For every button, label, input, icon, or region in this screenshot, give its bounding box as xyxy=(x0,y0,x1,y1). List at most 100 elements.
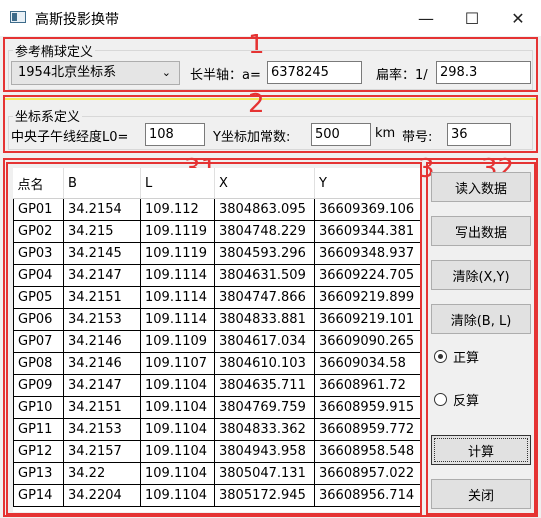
cell-name[interactable]: GP10 xyxy=(13,396,64,419)
cell-b[interactable]: 34.2146 xyxy=(63,352,141,375)
cell-l[interactable]: 109.1114 xyxy=(140,286,215,309)
cell-b[interactable]: 34.2145 xyxy=(63,242,141,265)
cell-l[interactable]: 109.1104 xyxy=(140,440,215,463)
cell-l[interactable]: 109.1107 xyxy=(140,352,215,375)
cell-l[interactable]: 109.1104 xyxy=(140,396,215,419)
cell-y[interactable]: 36609369.106 xyxy=(314,198,420,221)
cell-y[interactable]: 36609224.705 xyxy=(314,264,420,287)
cell-name[interactable]: GP09 xyxy=(13,374,64,397)
close-button[interactable]: 关闭 xyxy=(431,479,531,509)
cell-name[interactable]: GP04 xyxy=(13,264,64,287)
cell-name[interactable]: GP07 xyxy=(13,330,64,353)
cell-l[interactable]: 109.1104 xyxy=(140,462,215,485)
zone-input[interactable]: 36 xyxy=(447,123,511,146)
cell-x[interactable]: 3804610.103 xyxy=(214,352,315,375)
cell-name[interactable]: GP13 xyxy=(13,462,64,485)
semi-major-input[interactable]: 6378245 xyxy=(267,61,362,84)
cell-b[interactable]: 34.215 xyxy=(63,220,141,243)
clear-bl-button[interactable]: 清除(B, L) xyxy=(431,304,531,334)
cell-name[interactable]: GP02 xyxy=(13,220,64,243)
cell-x[interactable]: 3804833.362 xyxy=(214,418,315,441)
cell-y[interactable]: 36609219.101 xyxy=(314,308,420,331)
cell-x[interactable]: 3804631.509 xyxy=(214,264,315,287)
forward-radio[interactable]: 正算 xyxy=(434,347,479,366)
cell-x[interactable]: 3804943.958 xyxy=(214,440,315,463)
data-grid[interactable]: 点名 B L X Y GP01 34.2154 109.112 3804863.095… xyxy=(13,168,420,512)
cell-b[interactable]: 34.2151 xyxy=(63,286,141,309)
cell-b[interactable]: 34.2147 xyxy=(63,374,141,397)
cell-y[interactable]: 36609344.381 xyxy=(314,220,420,243)
close-window-button[interactable]: ✕ xyxy=(495,0,541,36)
cell-x[interactable]: 3804617.034 xyxy=(214,330,315,353)
table-row[interactable]: GP05 34.2151 109.1114 3804747.866 36609219.8… xyxy=(13,286,420,309)
column-header-x[interactable]: X xyxy=(214,168,315,199)
cell-name[interactable]: GP03 xyxy=(13,242,64,265)
cell-l[interactable]: 109.1114 xyxy=(140,308,215,331)
central-meridian-input[interactable]: 108 xyxy=(145,123,205,146)
cell-b[interactable]: 34.2157 xyxy=(63,440,141,463)
cell-l[interactable]: 109.1119 xyxy=(140,242,215,265)
cell-b[interactable]: 34.2147 xyxy=(63,264,141,287)
cell-y[interactable]: 36608959.772 xyxy=(314,418,420,441)
flattening-input[interactable]: 298.3 xyxy=(436,61,531,84)
cell-l[interactable]: 109.1114 xyxy=(140,264,215,287)
clear-xy-button[interactable]: 清除(X,Y) xyxy=(431,260,531,290)
cell-x[interactable]: 3804593.296 xyxy=(214,242,315,265)
cell-x[interactable]: 3804635.711 xyxy=(214,374,315,397)
cell-b[interactable]: 34.2146 xyxy=(63,330,141,353)
table-row[interactable]: GP14 34.2204 109.1104 3805172.945 36608956.7… xyxy=(13,484,420,507)
table-row[interactable]: GP11 34.2153 109.1104 3804833.362 36608959.7… xyxy=(13,418,420,441)
cell-b[interactable]: 34.2204 xyxy=(63,484,141,507)
cell-y[interactable]: 36609090.265 xyxy=(314,330,420,353)
cell-name[interactable]: GP12 xyxy=(13,440,64,463)
column-header-name[interactable]: 点名 xyxy=(13,168,64,199)
cell-name[interactable]: GP08 xyxy=(13,352,64,375)
cell-name[interactable]: GP14 xyxy=(13,484,64,507)
cell-name[interactable]: GP11 xyxy=(13,418,64,441)
ellipsoid-select[interactable]: 1954北京坐标系 ⌄ xyxy=(11,61,180,85)
cell-name[interactable]: GP01 xyxy=(13,198,64,221)
cell-y[interactable]: 36608958.548 xyxy=(314,440,420,463)
table-row[interactable]: GP03 34.2145 109.1119 3804593.296 36609348.9… xyxy=(13,242,420,265)
cell-l[interactable]: 109.1104 xyxy=(140,418,215,441)
column-header-l[interactable]: L xyxy=(140,168,215,199)
cell-y[interactable]: 36609219.899 xyxy=(314,286,420,309)
cell-b[interactable]: 34.2154 xyxy=(63,198,141,221)
table-row[interactable]: GP02 34.215 109.1119 3804748.229 36609344.38… xyxy=(13,220,420,243)
cell-name[interactable]: GP05 xyxy=(13,286,64,309)
minimize-button[interactable]: — xyxy=(403,0,449,36)
table-row[interactable]: GP12 34.2157 109.1104 3804943.958 36608958.5… xyxy=(13,440,420,463)
cell-x[interactable]: 3804833.881 xyxy=(214,308,315,331)
cell-x[interactable]: 3805047.131 xyxy=(214,462,315,485)
cell-y[interactable]: 36608961.72 xyxy=(314,374,420,397)
cell-x[interactable]: 3804747.866 xyxy=(214,286,315,309)
maximize-button[interactable]: ☐ xyxy=(449,0,495,36)
cell-x[interactable]: 3804748.229 xyxy=(214,220,315,243)
write-data-button[interactable]: 写出数据 xyxy=(431,216,531,246)
cell-b[interactable]: 34.22 xyxy=(63,462,141,485)
cell-x[interactable]: 3804769.759 xyxy=(214,396,315,419)
cell-l[interactable]: 109.1109 xyxy=(140,330,215,353)
column-header-b[interactable]: B xyxy=(63,168,141,199)
table-row[interactable]: GP04 34.2147 109.1114 3804631.509 36609224.7… xyxy=(13,264,420,287)
column-header-y[interactable]: Y xyxy=(314,168,420,199)
cell-l[interactable]: 109.112 xyxy=(140,198,215,221)
cell-y[interactable]: 36609034.58 xyxy=(314,352,420,375)
read-data-button[interactable]: 读入数据 xyxy=(431,172,531,202)
compute-button[interactable]: 计算 xyxy=(431,435,531,465)
cell-x[interactable]: 3804863.095 xyxy=(214,198,315,221)
table-row[interactable]: GP10 34.2151 109.1104 3804769.759 36608959.9… xyxy=(13,396,420,419)
cell-name[interactable]: GP06 xyxy=(13,308,64,331)
cell-y[interactable]: 36609348.937 xyxy=(314,242,420,265)
table-row[interactable]: GP08 34.2146 109.1107 3804610.103 36609034.5… xyxy=(13,352,420,375)
table-row[interactable]: GP07 34.2146 109.1109 3804617.034 36609090.2… xyxy=(13,330,420,353)
cell-y[interactable]: 36608957.022 xyxy=(314,462,420,485)
table-row[interactable]: GP09 34.2147 109.1104 3804635.711 36608961.7… xyxy=(13,374,420,397)
cell-y[interactable]: 36608956.714 xyxy=(314,484,420,507)
cell-y[interactable]: 36608959.915 xyxy=(314,396,420,419)
inverse-radio[interactable]: 反算 xyxy=(434,390,479,409)
table-row[interactable]: GP13 34.22 109.1104 3805047.131 36608957.022 xyxy=(13,462,420,485)
cell-b[interactable]: 34.2153 xyxy=(63,418,141,441)
cell-b[interactable]: 34.2153 xyxy=(63,308,141,331)
cell-b[interactable]: 34.2151 xyxy=(63,396,141,419)
